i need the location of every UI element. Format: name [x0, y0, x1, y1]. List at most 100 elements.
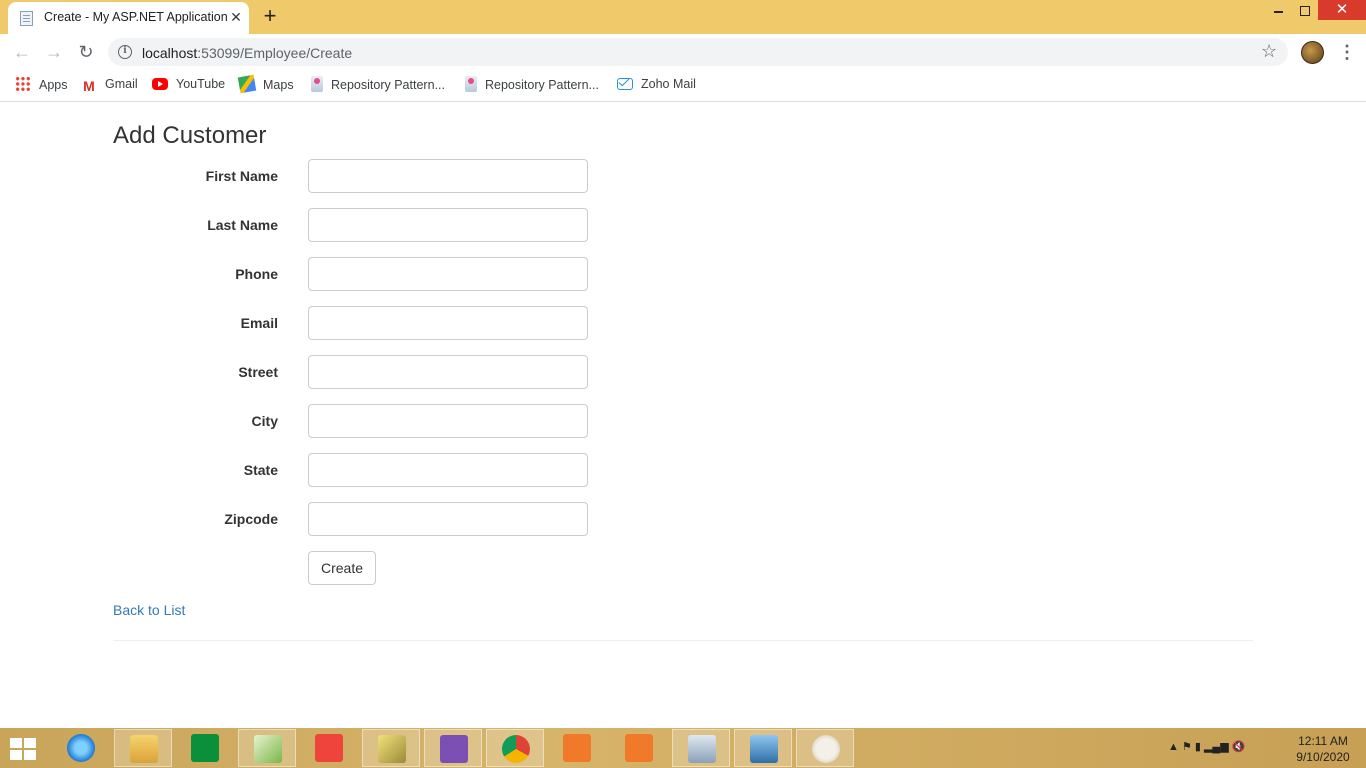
page-favicon-icon [311, 76, 323, 92]
form-row-zipcode: Zipcode [113, 502, 593, 536]
windows-start-icon[interactable] [10, 738, 38, 760]
first-name-input[interactable] [308, 159, 588, 193]
maps-icon [237, 74, 257, 94]
youtube-icon [152, 78, 168, 90]
last-name-label: Last Name [207, 217, 278, 233]
create-button[interactable]: Create [308, 551, 376, 585]
phone-input[interactable] [308, 257, 588, 291]
anydesk-icon [315, 734, 343, 762]
url-host: localhost [142, 45, 198, 61]
page-favicon-icon [20, 11, 33, 26]
clock-time: 12:11 AM [1298, 734, 1348, 748]
bookmark-label: Gmail [105, 77, 138, 91]
zipcode-input[interactable] [308, 502, 588, 536]
street-label: Street [238, 364, 278, 380]
form-row-email: Email [113, 306, 593, 340]
bookmark-youtube[interactable]: YouTube [152, 76, 225, 96]
taskbar-store[interactable] [176, 729, 234, 767]
bookmark-zoho-mail[interactable]: Zoho Mail [617, 76, 696, 96]
system-tray[interactable]: ▲ ⚑ ▮ ▂▄▆ 🔇 [1168, 740, 1245, 753]
apps-grid-icon [15, 76, 31, 92]
browser-tab[interactable]: Create - My ASP.NET Application ✕ [8, 2, 249, 34]
reload-icon[interactable]: ↻ [74, 40, 98, 64]
form-row-city: City [113, 404, 593, 438]
more-menu-icon[interactable]: ⋮ [1338, 42, 1356, 62]
bookmark-repository-pattern-2[interactable]: Repository Pattern... [465, 76, 599, 96]
bookmark-maps[interactable]: Maps [237, 74, 294, 96]
bookmark-repository-pattern-1[interactable]: Repository Pattern... [311, 76, 445, 96]
state-label: State [243, 462, 278, 478]
internet-explorer-icon [67, 734, 95, 762]
restore-icon[interactable] [1292, 0, 1318, 22]
form-row-last-name: Last Name [113, 208, 593, 242]
taskbar-performance-monitor[interactable] [672, 729, 730, 767]
chrome-icon [502, 735, 530, 763]
site-info-icon[interactable]: i [118, 45, 132, 59]
state-input[interactable] [308, 453, 588, 487]
back-to-list-link[interactable]: Back to List [113, 602, 185, 618]
taskbar-anydesk[interactable] [300, 729, 358, 767]
first-name-label: First Name [205, 168, 278, 184]
url-text[interactable]: localhost:53099/Employee/Create [142, 45, 352, 61]
browser-toolbar: ← → ↻ i localhost:53099/Employee/Create … [0, 34, 1366, 70]
clock-date: 9/10/2020 [1296, 750, 1350, 764]
form-row-phone: Phone [113, 257, 593, 291]
clock[interactable]: 12:11 AM 9/10/2020 [1290, 733, 1356, 765]
bookmark-label: Apps [39, 78, 68, 92]
profile-avatar[interactable] [1301, 41, 1324, 64]
new-tab-icon[interactable]: + [260, 5, 280, 27]
close-window-icon[interactable]: ✕ [1318, 0, 1366, 20]
close-tab-icon[interactable]: ✕ [227, 8, 245, 26]
bookmark-gmail[interactable]: M Gmail [81, 76, 138, 96]
bookmark-label: Maps [263, 78, 294, 92]
notepad-plus-plus-icon [254, 735, 282, 763]
bookmark-label: YouTube [176, 77, 226, 91]
tab-title: Create - My ASP.NET Application [44, 10, 228, 24]
windows-taskbar: ▲ ⚑ ▮ ▂▄▆ 🔇 12:11 AM 9/10/2020 [0, 728, 1366, 768]
taskbar-photo-viewer[interactable] [734, 729, 792, 767]
form-row-state: State [113, 453, 593, 487]
email-label: Email [240, 315, 278, 331]
phone-label: Phone [235, 266, 278, 282]
folder-icon [130, 735, 158, 763]
visual-studio-icon [440, 735, 468, 763]
bookmark-label: Zoho Mail [641, 77, 696, 91]
forward-arrow-icon[interactable]: → [42, 40, 66, 64]
last-name-input[interactable] [308, 208, 588, 242]
taskbar-paint[interactable] [796, 729, 854, 767]
taskbar-tools[interactable] [362, 729, 420, 767]
page-favicon-icon [465, 76, 477, 92]
minimize-icon[interactable] [1266, 0, 1292, 22]
store-icon [191, 734, 219, 762]
page-title: Add Customer [113, 122, 267, 149]
camera-icon [625, 734, 653, 762]
bookmarks-bar: Apps M Gmail YouTube Maps Repository Patt… [0, 70, 1366, 102]
monitor-icon [688, 735, 716, 763]
paint-palette-icon [812, 735, 840, 763]
divider [113, 640, 1253, 641]
form-row-first-name: First Name [113, 159, 593, 193]
form-row-street: Street [113, 355, 593, 389]
address-bar[interactable]: i localhost:53099/Employee/Create ☆ [108, 38, 1288, 66]
taskbar-visual-studio[interactable] [424, 729, 482, 767]
taskbar-screenshot-tool[interactable] [548, 729, 606, 767]
bookmark-star-icon[interactable]: ☆ [1261, 41, 1277, 61]
screenshot-icon [563, 734, 591, 762]
back-arrow-icon[interactable]: ← [10, 40, 34, 64]
photo-icon [750, 735, 778, 763]
bookmark-apps[interactable]: Apps [15, 76, 68, 96]
taskbar-notepad-plus-plus[interactable] [238, 729, 296, 767]
tools-icon [378, 735, 406, 763]
taskbar-file-explorer[interactable] [114, 729, 172, 767]
zipcode-label: Zipcode [224, 511, 278, 527]
gmail-icon: M [83, 78, 95, 94]
taskbar-internet-explorer[interactable] [52, 729, 110, 767]
taskbar-camera-tool[interactable] [610, 729, 668, 767]
bookmark-label: Repository Pattern... [331, 78, 445, 92]
email-input[interactable] [308, 306, 588, 340]
street-input[interactable] [308, 355, 588, 389]
taskbar-chrome[interactable] [486, 729, 544, 767]
city-input[interactable] [308, 404, 588, 438]
page-content: Add Customer First Name Last Name Phone … [0, 103, 1366, 728]
browser-title-bar: Create - My ASP.NET Application ✕ + ✕ [0, 0, 1366, 34]
